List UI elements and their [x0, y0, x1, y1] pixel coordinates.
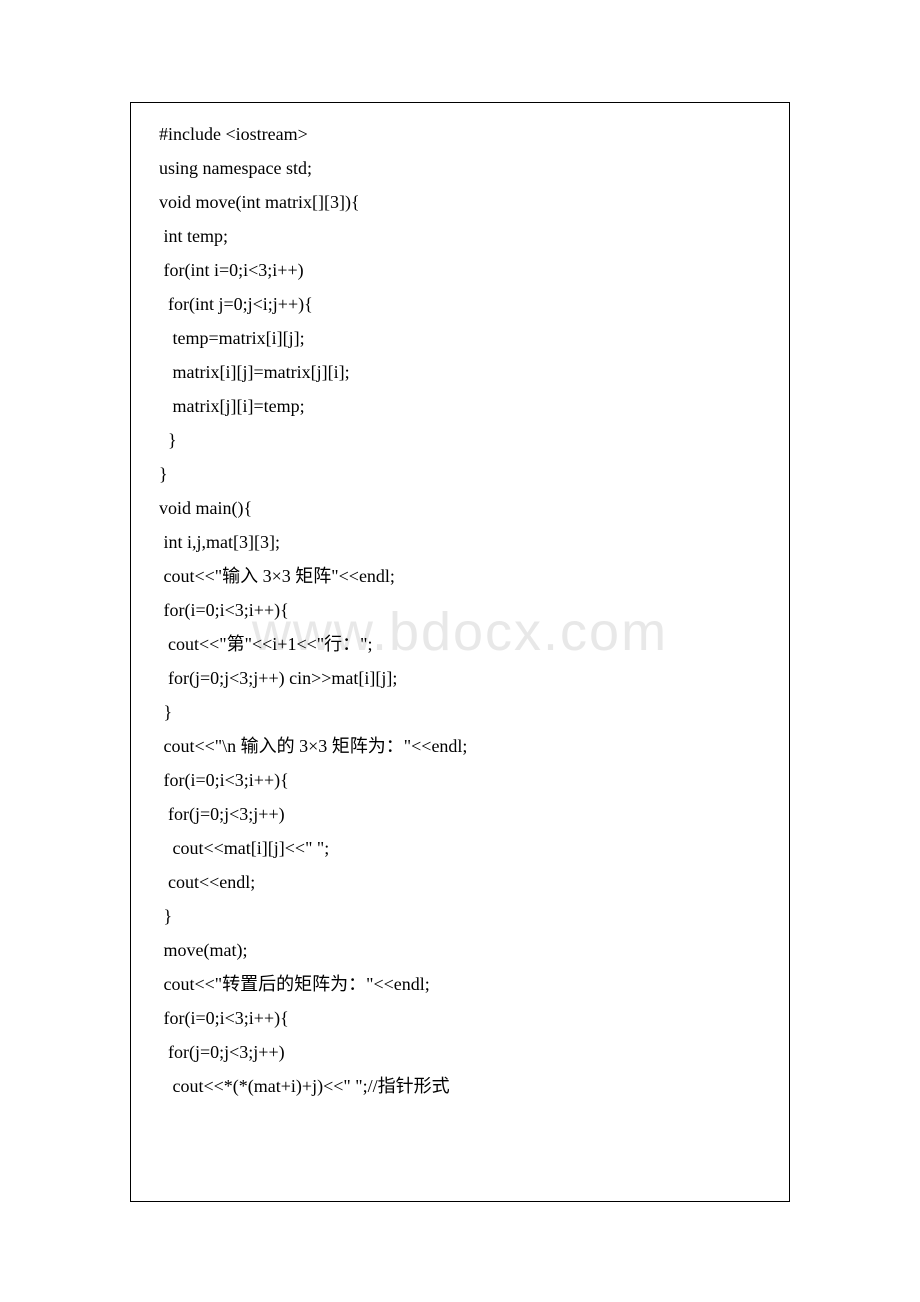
- code-line: cout<<endl;: [159, 865, 771, 899]
- code-line: for(int i=0;i<3;i++): [159, 253, 771, 287]
- code-line: for(i=0;i<3;i++){: [159, 593, 771, 627]
- code-line: #include <iostream>: [159, 117, 771, 151]
- code-line: }: [159, 899, 771, 933]
- code-line: void main(){: [159, 491, 771, 525]
- code-line: for(j=0;j<3;j++) cin>>mat[i][j];: [159, 661, 771, 695]
- code-container: #include <iostream> using namespace std;…: [130, 102, 790, 1202]
- code-content: #include <iostream> using namespace std;…: [159, 117, 771, 1103]
- code-line: }: [159, 695, 771, 729]
- code-line: int i,j,mat[3][3];: [159, 525, 771, 559]
- code-line: matrix[j][i]=temp;: [159, 389, 771, 423]
- code-line: cout<<"转置后的矩阵为："<<endl;: [159, 967, 771, 1001]
- code-line: cout<<mat[i][j]<<" ";: [159, 831, 771, 865]
- code-line: move(mat);: [159, 933, 771, 967]
- code-line: for(j=0;j<3;j++): [159, 797, 771, 831]
- code-line: for(i=0;i<3;i++){: [159, 1001, 771, 1035]
- code-line: cout<<"\n 输入的 3×3 矩阵为："<<endl;: [159, 729, 771, 763]
- code-line: for(j=0;j<3;j++): [159, 1035, 771, 1069]
- code-line: void move(int matrix[][3]){: [159, 185, 771, 219]
- code-line: temp=matrix[i][j];: [159, 321, 771, 355]
- code-line: using namespace std;: [159, 151, 771, 185]
- code-line: }: [159, 457, 771, 491]
- code-line: for(i=0;i<3;i++){: [159, 763, 771, 797]
- code-line: matrix[i][j]=matrix[j][i];: [159, 355, 771, 389]
- code-line: int temp;: [159, 219, 771, 253]
- code-line: cout<<*(*(mat+i)+j)<<" ";//指针形式: [159, 1069, 771, 1103]
- code-line: for(int j=0;j<i;j++){: [159, 287, 771, 321]
- code-line: cout<<"第"<<i+1<<"行：";: [159, 627, 771, 661]
- code-line: cout<<"输入 3×3 矩阵"<<endl;: [159, 559, 771, 593]
- code-line: }: [159, 423, 771, 457]
